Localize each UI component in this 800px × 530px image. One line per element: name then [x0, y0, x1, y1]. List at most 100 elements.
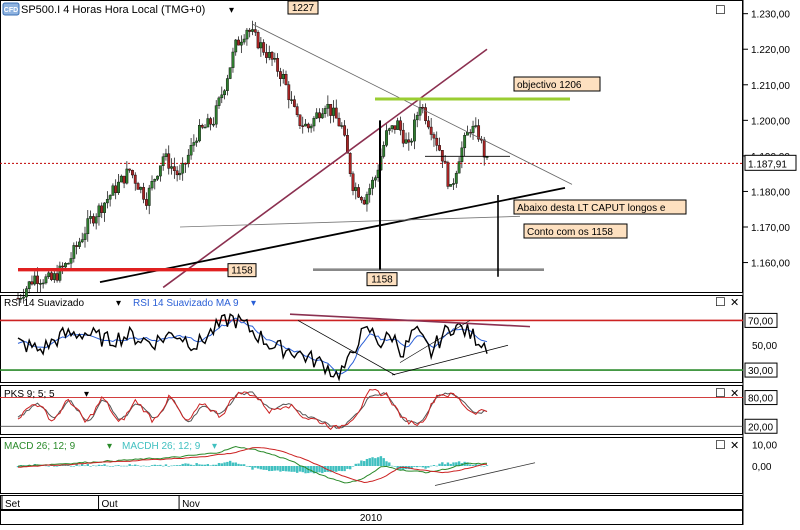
- candle-body: [61, 265, 65, 268]
- maximize-icon[interactable]: ☐: [715, 3, 726, 17]
- candle-body: [41, 282, 45, 285]
- macd-dropdown-icon[interactable]: ▾: [107, 441, 112, 452]
- candle-body: [80, 239, 84, 243]
- macd-hist-bar: [273, 466, 277, 471]
- candle-body: [225, 78, 229, 91]
- macd-hist-bar: [173, 465, 176, 466]
- macd-hist-bar: [134, 464, 137, 466]
- candle-body: [125, 168, 129, 184]
- macdh-dropdown-icon[interactable]: ▾: [212, 441, 217, 452]
- rsi-dropdown-icon[interactable]: ▾: [116, 298, 121, 309]
- candle-body: [301, 125, 305, 127]
- macd-hist-bar: [220, 463, 223, 466]
- candle-body: [145, 199, 148, 206]
- macd-hist-bar: [388, 462, 391, 466]
- macd-hist-bar: [237, 463, 240, 466]
- candle-body: [117, 181, 120, 194]
- candle-body: [337, 117, 341, 127]
- macd-hist-bar: [198, 464, 201, 466]
- macd-hist-bar: [153, 464, 156, 466]
- macd-hist-bar: [318, 466, 321, 473]
- macd-hist-bar: [340, 466, 344, 472]
- macd-hist-bar: [53, 466, 56, 467]
- candle-body: [340, 125, 344, 127]
- macd-hist-bar: [480, 465, 483, 467]
- candle-body: [373, 177, 377, 181]
- candle-body: [161, 156, 165, 166]
- candle-body: [382, 145, 386, 157]
- macd-hist-bar: [184, 463, 187, 466]
- candle-body: [256, 32, 260, 49]
- candle-body: [460, 147, 464, 162]
- pks-maximize-icon[interactable]: ☐: [715, 386, 726, 400]
- macd-hist-bar: [424, 466, 427, 469]
- rsi-maximize-icon[interactable]: ☐: [715, 295, 726, 309]
- candle-body: [404, 139, 408, 144]
- macd-hist-bar: [156, 465, 159, 466]
- candle-body: [100, 205, 104, 213]
- swing-low-label: 1158: [371, 275, 393, 286]
- candle-body: [362, 199, 366, 205]
- macd-hist-bar: [259, 466, 263, 470]
- macd-hist-bar: [268, 466, 271, 472]
- candle-body: [401, 129, 405, 144]
- candle-body: [354, 187, 358, 191]
- candle-body: [332, 107, 335, 116]
- annotation-target: objectivo 1206: [517, 80, 582, 91]
- macd-hist-bar: [122, 465, 126, 467]
- macd-hist-bar: [449, 463, 452, 466]
- macd-hist-bar: [251, 466, 254, 470]
- macd-hist-bar: [438, 463, 441, 466]
- macd-hist-bar: [189, 464, 193, 466]
- candle-body: [424, 107, 427, 122]
- candle-body: [228, 67, 232, 79]
- candle-body: [66, 263, 70, 265]
- time-tick-label: Set: [5, 499, 20, 510]
- candle-body: [371, 179, 374, 189]
- candle-body: [50, 272, 53, 280]
- rsi-ma-dropdown-icon[interactable]: ▾: [251, 298, 256, 309]
- candle-body: [390, 125, 394, 129]
- macd-hist-bar: [148, 466, 151, 467]
- candle-body: [365, 194, 369, 205]
- candle-body: [198, 125, 201, 142]
- macd-hist-bar: [187, 463, 190, 466]
- candle-body: [248, 29, 252, 32]
- macd-hist-bar: [349, 466, 352, 470]
- candle-body: [147, 187, 151, 206]
- macd-hist-bar: [240, 464, 243, 466]
- macd-hist-bar: [402, 466, 405, 470]
- macd-hist-bar: [351, 466, 355, 467]
- rsi-close-icon[interactable]: ✕: [730, 297, 739, 309]
- macd-hist-bar: [97, 464, 101, 466]
- macd-hist-bar: [279, 466, 282, 472]
- macd-close-icon[interactable]: ✕: [730, 440, 739, 452]
- macd-tick-10: 10,00: [752, 440, 777, 451]
- candle-body: [72, 245, 76, 259]
- macd-hist-bar: [242, 464, 246, 466]
- macd-hist-bar: [418, 466, 422, 467]
- macd-hist-bar: [178, 465, 182, 466]
- macd-hist-bar: [379, 456, 383, 466]
- candle-body: [133, 174, 137, 184]
- macd-hist-bar: [413, 466, 416, 467]
- candle-body: [150, 181, 154, 189]
- candle-body: [24, 288, 28, 298]
- rsi-tick-30: 30,00: [748, 366, 773, 377]
- pks-close-icon[interactable]: ✕: [730, 388, 739, 400]
- macd-hist-bar: [298, 466, 302, 472]
- candle-body: [237, 39, 240, 46]
- chart-title: SP500.I 4 Horas Hora Local (TMG+0): [21, 4, 205, 16]
- price-tick-label: 1.160,00: [751, 259, 790, 270]
- pks-dropdown-icon[interactable]: ▾: [84, 389, 89, 400]
- macd-hist-bar: [125, 465, 129, 467]
- title-dropdown-icon[interactable]: ▾: [229, 5, 234, 16]
- macd-hist-bar: [254, 466, 257, 468]
- macd-hist-bar: [385, 461, 388, 466]
- macd-hist-bar: [346, 466, 349, 469]
- candle-body: [103, 202, 106, 213]
- macd-maximize-icon[interactable]: ☐: [715, 438, 726, 452]
- macd-hist-bar: [265, 466, 268, 471]
- candle-body: [329, 104, 333, 116]
- candle-body: [432, 134, 436, 139]
